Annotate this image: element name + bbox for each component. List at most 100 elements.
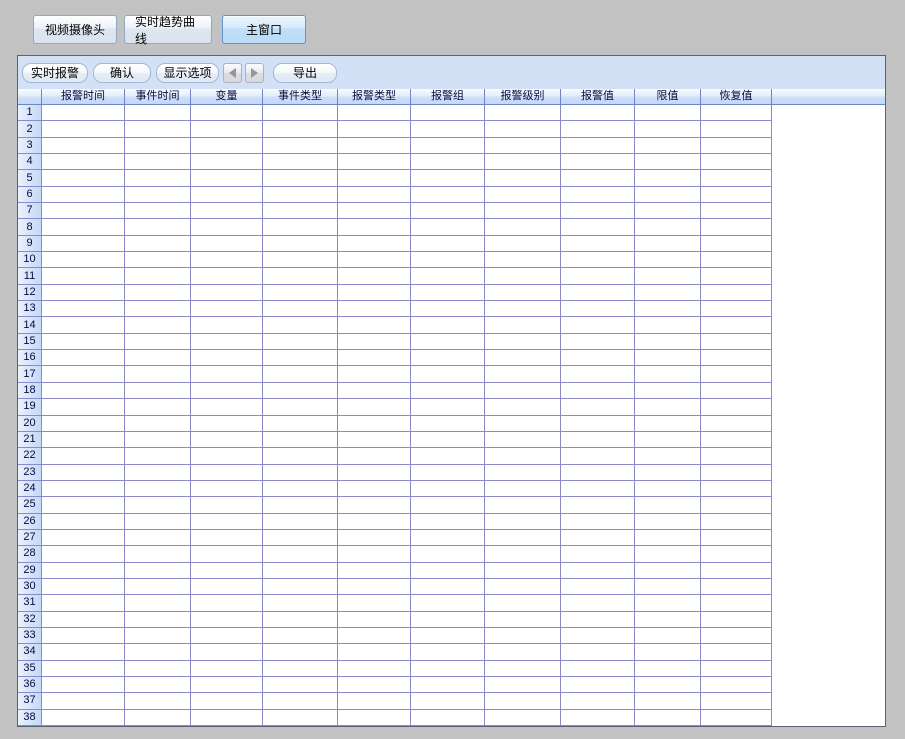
display-options-button[interactable]: 显示选项: [156, 63, 219, 83]
empty-event-time-cell: [125, 563, 191, 579]
column-header-variable[interactable]: 变量: [191, 89, 263, 104]
empty-variable-cell: [191, 154, 263, 170]
column-header-alarm-time[interactable]: 报警时间: [42, 89, 125, 104]
empty-limit-value-cell: [635, 203, 701, 219]
table-row[interactable]: 23: [18, 465, 885, 481]
table-row[interactable]: 27: [18, 530, 885, 546]
table-row[interactable]: 29: [18, 563, 885, 579]
right-arrow-icon: [251, 68, 258, 78]
column-header-limit-value[interactable]: 限值: [635, 89, 701, 104]
column-header-recovery-value[interactable]: 恢复值: [701, 89, 772, 104]
table-row[interactable]: 30: [18, 579, 885, 595]
empty-event-time-cell: [125, 465, 191, 481]
table-row[interactable]: 18: [18, 383, 885, 399]
empty-recovery-value-cell: [701, 693, 772, 709]
empty-recovery-value-cell: [701, 546, 772, 562]
table-row[interactable]: 10: [18, 252, 885, 268]
table-row[interactable]: 37: [18, 693, 885, 709]
table-row[interactable]: 15: [18, 334, 885, 350]
row-filler: [772, 677, 885, 693]
empty-alarm-level-cell: [485, 203, 561, 219]
empty-alarm-group-cell: [411, 432, 485, 448]
table-row[interactable]: 26: [18, 514, 885, 530]
empty-event-type-cell: [263, 334, 338, 350]
table-row[interactable]: 38: [18, 710, 885, 726]
realtime-alarm-button[interactable]: 实时报警: [22, 63, 88, 83]
empty-alarm-value-cell: [561, 563, 635, 579]
table-row[interactable]: 20: [18, 416, 885, 432]
table-row[interactable]: 7: [18, 203, 885, 219]
table-row[interactable]: 36: [18, 677, 885, 693]
empty-alarm-group-cell: [411, 350, 485, 366]
table-row[interactable]: 8: [18, 219, 885, 235]
table-row[interactable]: 33: [18, 628, 885, 644]
row-number: 31: [18, 595, 42, 611]
empty-event-type-cell: [263, 579, 338, 595]
table-row[interactable]: 21: [18, 432, 885, 448]
table-row[interactable]: 3: [18, 138, 885, 154]
column-header-alarm-level[interactable]: 报警级别: [485, 89, 561, 104]
empty-event-type-cell: [263, 530, 338, 546]
empty-limit-value-cell: [635, 399, 701, 415]
table-row[interactable]: 32: [18, 612, 885, 628]
empty-alarm-group-cell: [411, 693, 485, 709]
table-row[interactable]: 28: [18, 546, 885, 562]
empty-alarm-value-cell: [561, 628, 635, 644]
empty-recovery-value-cell: [701, 317, 772, 333]
column-header-alarm-group[interactable]: 报警组: [411, 89, 485, 104]
realtime-trend-curve-button[interactable]: 实时趋势曲线: [124, 15, 212, 44]
empty-alarm-group-cell: [411, 530, 485, 546]
row-filler: [772, 465, 885, 481]
empty-alarm-level-cell: [485, 432, 561, 448]
empty-alarm-time-cell: [42, 416, 125, 432]
empty-alarm-value-cell: [561, 661, 635, 677]
empty-recovery-value-cell: [701, 399, 772, 415]
table-row[interactable]: 16: [18, 350, 885, 366]
table-row[interactable]: 4: [18, 154, 885, 170]
column-header-alarm-value[interactable]: 报警值: [561, 89, 635, 104]
column-header-event-type[interactable]: 事件类型: [263, 89, 338, 104]
table-row[interactable]: 34: [18, 644, 885, 660]
empty-variable-cell: [191, 563, 263, 579]
empty-alarm-group-cell: [411, 416, 485, 432]
empty-event-type-cell: [263, 236, 338, 252]
table-row[interactable]: 24: [18, 481, 885, 497]
empty-limit-value-cell: [635, 628, 701, 644]
row-filler: [772, 595, 885, 611]
empty-alarm-value-cell: [561, 105, 635, 121]
empty-alarm-group-cell: [411, 563, 485, 579]
row-number: 29: [18, 563, 42, 579]
empty-recovery-value-cell: [701, 154, 772, 170]
table-row[interactable]: 12: [18, 285, 885, 301]
empty-alarm-group-cell: [411, 465, 485, 481]
table-row[interactable]: 9: [18, 236, 885, 252]
empty-alarm-level-cell: [485, 268, 561, 284]
row-filler: [772, 710, 885, 726]
empty-limit-value-cell: [635, 579, 701, 595]
next-page-button[interactable]: [245, 63, 264, 83]
main-window-button[interactable]: 主窗口: [222, 15, 306, 44]
table-row[interactable]: 13: [18, 301, 885, 317]
table-row[interactable]: 25: [18, 497, 885, 513]
table-row[interactable]: 19: [18, 399, 885, 415]
confirm-button[interactable]: 确认: [93, 63, 151, 83]
column-header-event-time[interactable]: 事件时间: [125, 89, 191, 104]
table-row[interactable]: 14: [18, 317, 885, 333]
empty-alarm-value-cell: [561, 236, 635, 252]
empty-alarm-group-cell: [411, 497, 485, 513]
export-button[interactable]: 导出: [273, 63, 337, 83]
empty-alarm-value-cell: [561, 268, 635, 284]
table-row[interactable]: 5: [18, 170, 885, 186]
video-camera-button[interactable]: 视频摄像头: [33, 15, 117, 44]
empty-alarm-level-cell: [485, 546, 561, 562]
table-row[interactable]: 31: [18, 595, 885, 611]
table-row[interactable]: 35: [18, 661, 885, 677]
column-header-alarm-type[interactable]: 报警类型: [338, 89, 411, 104]
table-row[interactable]: 22: [18, 448, 885, 464]
previous-page-button[interactable]: [223, 63, 242, 83]
table-row[interactable]: 11: [18, 268, 885, 284]
table-row[interactable]: 6: [18, 187, 885, 203]
table-row[interactable]: 1: [18, 105, 885, 121]
table-row[interactable]: 2: [18, 121, 885, 137]
table-row[interactable]: 17: [18, 366, 885, 382]
